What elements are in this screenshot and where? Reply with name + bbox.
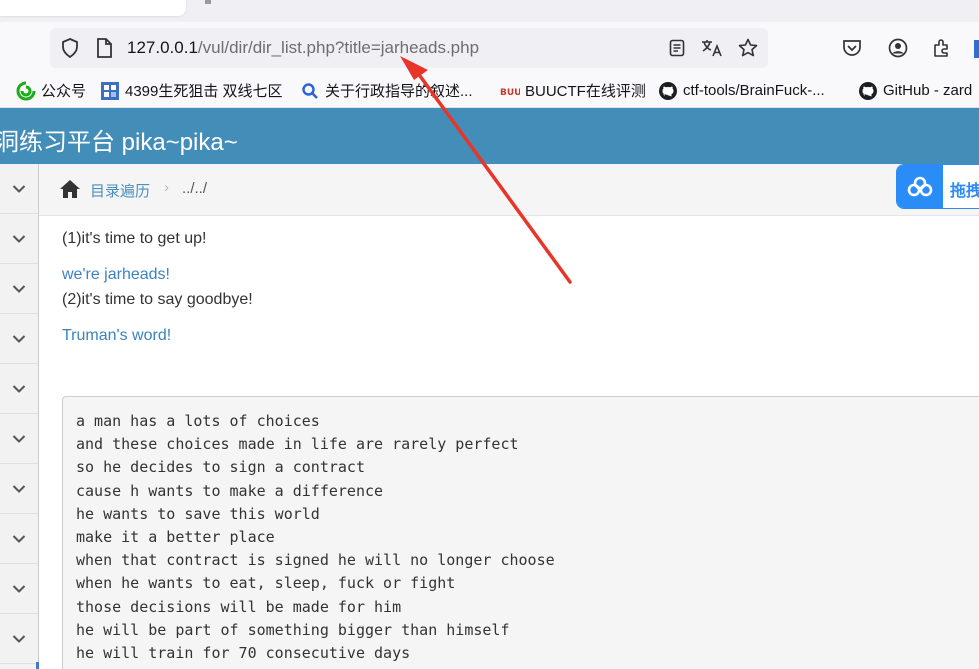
code-block: a man has a lots of choices and these cho… (62, 396, 979, 669)
bookmark-item[interactable]: 4399生死狙击 双线七区 (100, 74, 283, 107)
github-icon (858, 81, 878, 101)
code-line: he wants to save this world (76, 504, 320, 523)
sidebar-item[interactable] (0, 514, 38, 564)
code-line: so he decides to sign a contract (76, 458, 365, 477)
wechat-icon (16, 81, 36, 101)
bookmarks-bar: 公众号 4399生死狙击 双线七区 关于行政指导的叙述... BUU BUUCT… (0, 74, 979, 108)
address-bar[interactable]: 127.0.0.1/vul/dir/dir_list.php?title=jar… (50, 28, 768, 68)
breadcrumb-current: ../../ (182, 180, 208, 197)
bookmark-item[interactable]: GitHub - zard (858, 74, 972, 107)
code-line: when he wants to eat, sleep, fuck or fig… (76, 574, 456, 593)
chevron-down-icon (12, 184, 26, 193)
sidebar (0, 164, 39, 669)
bookmark-label: 公众号 (41, 83, 87, 100)
next-tab-fragment[interactable] (205, 0, 211, 4)
brand-title[interactable]: 洞练习平台 pika~pika~ (0, 122, 238, 157)
bookmark-label: ctf-tools/BrainFuck-... (683, 82, 825, 99)
code-line: he will be part of something bigger than… (76, 620, 510, 639)
code-line: a man has a lots of choices (76, 412, 320, 430)
code-line: make it a better place (76, 528, 275, 546)
bookmark-item[interactable]: 公众号 (16, 74, 86, 107)
sidebar-item[interactable] (0, 614, 38, 664)
account-icon[interactable] (883, 28, 913, 68)
truman-link[interactable]: Truman's word! (62, 327, 171, 345)
breadcrumb-link[interactable]: 目录遍历 (90, 180, 150, 201)
github-icon (658, 81, 678, 101)
content-line-1: (1)it's time to get up! (62, 230, 207, 247)
home-icon[interactable] (59, 179, 81, 199)
active-tab[interactable] (0, 0, 186, 16)
app-header: 洞练习平台 pika~pika~ (0, 108, 979, 164)
sidebar-item[interactable] (0, 564, 38, 614)
chevron-down-icon (12, 484, 26, 493)
bookmark-item[interactable]: ctf-tools/BrainFuck-... (658, 74, 825, 107)
sidebar-item[interactable] (0, 464, 38, 514)
chevron-down-icon (12, 634, 26, 643)
sidebar-active-marker (36, 662, 39, 669)
bookmark-item[interactable]: 关于行政指导的叙述... (300, 74, 473, 107)
chevron-down-icon (12, 434, 26, 443)
sidebar-item[interactable] (0, 414, 38, 464)
chevron-down-icon (12, 584, 26, 593)
url-path: /vul/dir/dir_list.php?title=jarheads.php (197, 38, 480, 57)
floating-drag-button[interactable]: 拖拽 (896, 164, 979, 209)
chevron-down-icon (12, 284, 26, 293)
sidebar-item[interactable] (0, 214, 38, 264)
code-line: those decisions will be made for him (76, 597, 402, 616)
bookmark-label: 4399生死狙击 双线七区 (125, 83, 283, 100)
content-line-2: (2)it's time to say goodbye! (62, 291, 253, 308)
chevron-down-icon (12, 384, 26, 393)
code-line: and these choices made in life are rarel… (76, 435, 519, 454)
chevron-down-icon (12, 534, 26, 543)
4399-icon (100, 81, 120, 101)
translate-icon[interactable] (700, 28, 724, 68)
extensions-icon[interactable] (927, 28, 957, 68)
bookmark-star-icon[interactable] (736, 28, 760, 68)
page-icon[interactable] (92, 28, 116, 68)
jarheads-link[interactable]: we're jarheads! (62, 266, 170, 284)
code-line: cause h wants to make a difference (76, 481, 384, 500)
tab-strip (0, 0, 979, 22)
sidebar-item[interactable] (0, 314, 38, 364)
reader-view-icon[interactable] (665, 28, 689, 68)
chevron-down-icon (12, 334, 26, 343)
pocket-icon[interactable] (837, 28, 867, 68)
bookmark-label: GitHub - zard (883, 82, 973, 99)
cloud-icon (897, 165, 943, 208)
sidebar-item[interactable] (0, 264, 38, 314)
bookmark-label: 关于行政指导的叙述... (325, 83, 473, 100)
breadcrumb-separator: › (164, 179, 169, 196)
sidebar-item[interactable] (0, 164, 38, 214)
url-text[interactable]: 127.0.0.1/vul/dir/dir_list.php?title=jar… (127, 38, 479, 58)
search-icon (300, 81, 320, 101)
browser-toolbar: 127.0.0.1/vul/dir/dir_list.php?title=jar… (0, 22, 979, 74)
svg-text:BUU: BUU (500, 88, 520, 98)
breadcrumb: 目录遍历 › ../../ (39, 164, 979, 216)
code-line: he will train for 70 consecutive days (76, 644, 411, 662)
chevron-down-icon (12, 234, 26, 243)
buuctf-icon: BUU (500, 81, 520, 101)
bookmark-item[interactable]: BUU BUUCTF在线评测 (500, 74, 646, 107)
sidebar-item[interactable] (0, 364, 38, 414)
shield-icon[interactable] (58, 28, 82, 68)
extension-badge-fragment[interactable] (974, 40, 979, 58)
url-host: 127.0.0.1 (127, 38, 198, 57)
floating-button-label: 拖拽 (950, 183, 979, 200)
bookmark-label: BUUCTF在线评测 (525, 83, 646, 100)
code-line: when that contract is signed he will no … (76, 551, 555, 570)
